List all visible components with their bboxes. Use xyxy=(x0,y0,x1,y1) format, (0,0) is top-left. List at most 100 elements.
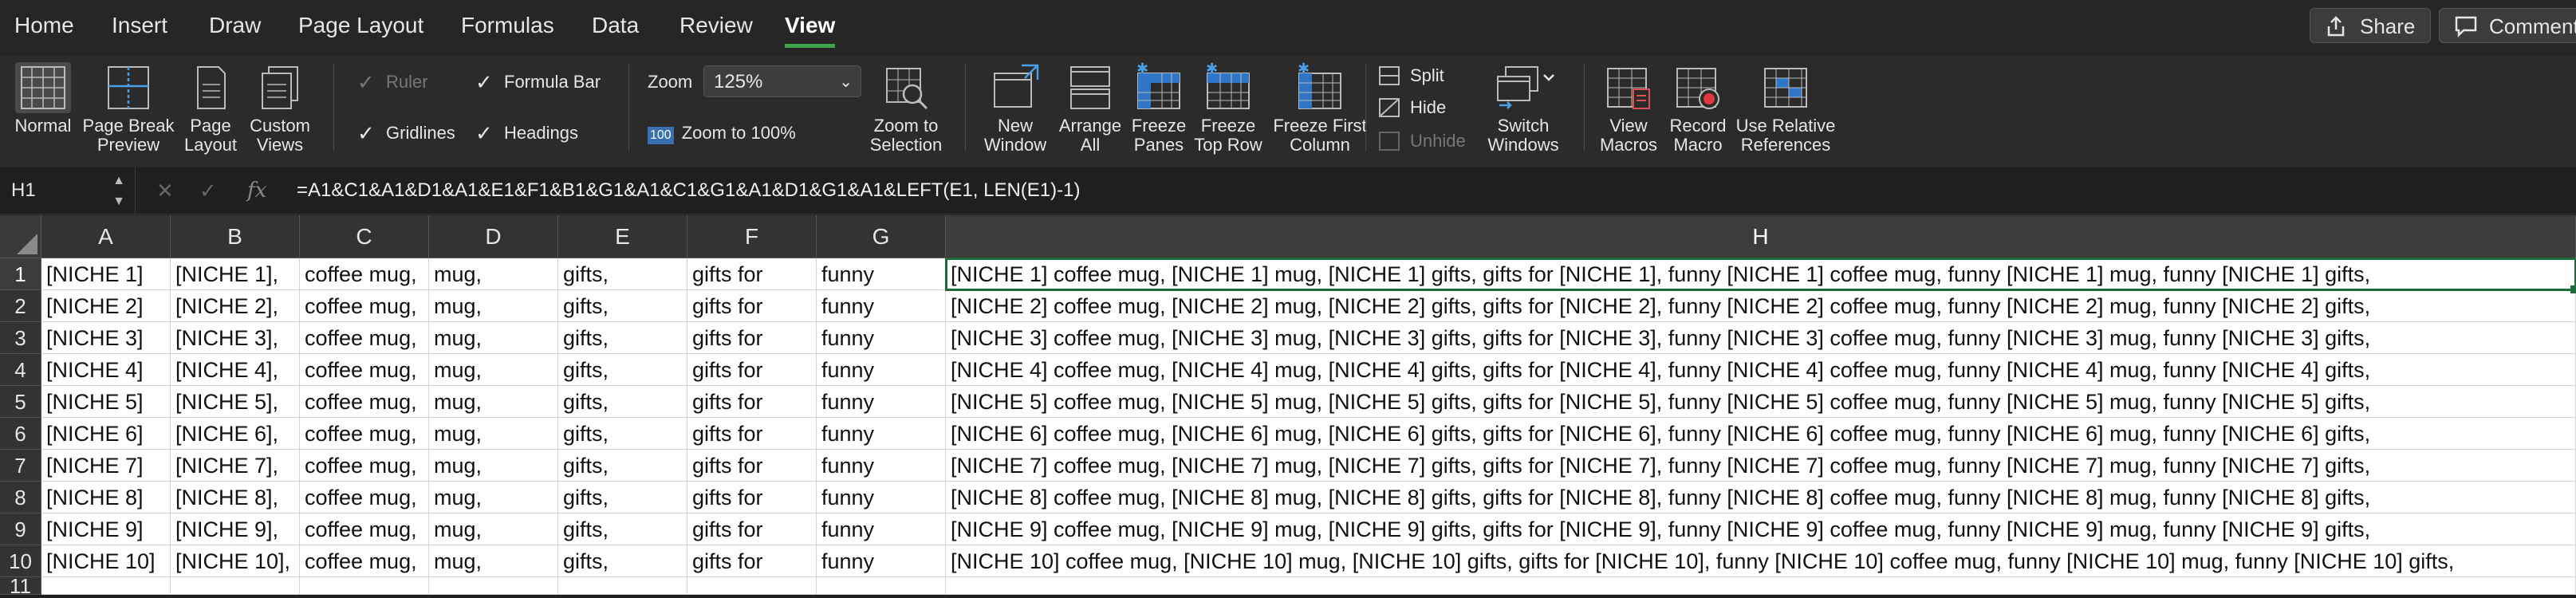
column-header-a[interactable]: A xyxy=(41,215,171,258)
cell-g4[interactable]: funny xyxy=(817,354,946,386)
page-layout-view-button[interactable]: Page Layout xyxy=(180,62,241,155)
normal-view-button[interactable]: Normal xyxy=(11,62,75,136)
column-header-e[interactable]: E xyxy=(558,215,687,258)
share-button[interactable]: Share xyxy=(2310,8,2431,43)
cell-a3[interactable]: [NICHE 3] xyxy=(41,322,171,354)
cell-e7[interactable]: gifts, xyxy=(558,450,687,482)
cell-c11[interactable] xyxy=(300,577,429,595)
cell-f5[interactable]: gifts for xyxy=(687,386,817,418)
cell-b6[interactable]: [NICHE 6], xyxy=(171,418,300,450)
cell-h2[interactable]: [NICHE 2] coffee mug, [NICHE 2] mug, [NI… xyxy=(946,290,2576,322)
headings-checkbox[interactable]: ✓ Headings xyxy=(475,121,578,145)
row-header-1[interactable]: 1 xyxy=(0,258,41,290)
freeze-panes-button[interactable]: ✱ Freeze Panes xyxy=(1128,62,1190,155)
cell-a2[interactable]: [NICHE 2] xyxy=(41,290,171,322)
zoom-to-100-button[interactable]: 100 Zoom to 100% xyxy=(648,121,796,145)
cell-b1[interactable]: [NICHE 1], xyxy=(171,258,300,290)
cell-g1[interactable]: funny xyxy=(817,258,946,290)
cell-g2[interactable]: funny xyxy=(817,290,946,322)
cell-f9[interactable]: gifts for xyxy=(687,513,817,545)
cell-c10[interactable]: coffee mug, xyxy=(300,545,429,577)
cell-b10[interactable]: [NICHE 10], xyxy=(171,545,300,577)
cell-h5[interactable]: [NICHE 5] coffee mug, [NICHE 5] mug, [NI… xyxy=(946,386,2576,418)
cell-h10[interactable]: [NICHE 10] coffee mug, [NICHE 10] mug, [… xyxy=(946,545,2576,577)
zoom-to-selection-button[interactable]: Zoom to Selection xyxy=(868,62,944,155)
tab-draw[interactable]: Draw xyxy=(209,13,261,38)
page-break-preview-button[interactable]: Page Break Preview xyxy=(80,62,177,155)
cell-e5[interactable]: gifts, xyxy=(558,386,687,418)
ruler-checkbox[interactable]: ✓ Ruler xyxy=(357,70,428,94)
cell-e8[interactable]: gifts, xyxy=(558,482,687,513)
row-header-5[interactable]: 5 xyxy=(0,386,41,418)
cancel-icon[interactable]: ✕ xyxy=(156,167,174,214)
cell-d10[interactable]: mug, xyxy=(429,545,558,577)
cell-f4[interactable]: gifts for xyxy=(687,354,817,386)
tab-insert[interactable]: Insert xyxy=(112,13,167,38)
cell-h11[interactable] xyxy=(946,577,2576,595)
cell-f10[interactable]: gifts for xyxy=(687,545,817,577)
row-header-10[interactable]: 10 xyxy=(0,545,41,577)
cell-d11[interactable] xyxy=(429,577,558,595)
comments-button[interactable]: Comments xyxy=(2439,8,2576,43)
cell-f6[interactable]: gifts for xyxy=(687,418,817,450)
cell-a8[interactable]: [NICHE 8] xyxy=(41,482,171,513)
custom-views-button[interactable]: Custom Views xyxy=(244,62,316,155)
cell-b9[interactable]: [NICHE 9], xyxy=(171,513,300,545)
cell-d5[interactable]: mug, xyxy=(429,386,558,418)
cell-a10[interactable]: [NICHE 10] xyxy=(41,545,171,577)
column-header-f[interactable]: F xyxy=(687,215,817,258)
cell-d6[interactable]: mug, xyxy=(429,418,558,450)
cell-d9[interactable]: mug, xyxy=(429,513,558,545)
cell-e2[interactable]: gifts, xyxy=(558,290,687,322)
cell-c3[interactable]: coffee mug, xyxy=(300,322,429,354)
zoom-select[interactable]: 125% ⌄ xyxy=(703,65,861,97)
cell-e9[interactable]: gifts, xyxy=(558,513,687,545)
formula-input[interactable]: =A1&C1&A1&D1&A1&E1&F1&B1&G1&A1&C1&G1&A1&… xyxy=(297,167,1080,214)
cell-e1[interactable]: gifts, xyxy=(558,258,687,290)
cell-c2[interactable]: coffee mug, xyxy=(300,290,429,322)
cell-d3[interactable]: mug, xyxy=(429,322,558,354)
cell-f11[interactable] xyxy=(687,577,817,595)
column-header-g[interactable]: G xyxy=(817,215,946,258)
view-macros-button[interactable]: View Macros xyxy=(1595,62,1662,155)
tab-home[interactable]: Home xyxy=(14,13,74,38)
tab-view[interactable]: View xyxy=(785,13,836,48)
use-relative-references-button[interactable]: Use Relative References xyxy=(1735,62,1836,155)
cell-e4[interactable]: gifts, xyxy=(558,354,687,386)
cell-h6[interactable]: [NICHE 6] coffee mug, [NICHE 6] mug, [NI… xyxy=(946,418,2576,450)
row-header-4[interactable]: 4 xyxy=(0,354,41,386)
arrange-all-button[interactable]: Arrange All xyxy=(1054,62,1126,155)
hide-button[interactable]: Hide xyxy=(1378,96,1446,120)
confirm-icon[interactable]: ✓ xyxy=(199,167,217,214)
cell-g6[interactable]: funny xyxy=(817,418,946,450)
tab-formulas[interactable]: Formulas xyxy=(461,13,554,38)
name-box[interactable]: H1 ▲ ▼ xyxy=(0,167,136,214)
cell-c9[interactable]: coffee mug, xyxy=(300,513,429,545)
cell-b8[interactable]: [NICHE 8], xyxy=(171,482,300,513)
cell-b5[interactable]: [NICHE 5], xyxy=(171,386,300,418)
cell-d8[interactable]: mug, xyxy=(429,482,558,513)
cell-g9[interactable]: funny xyxy=(817,513,946,545)
cell-b4[interactable]: [NICHE 4], xyxy=(171,354,300,386)
cell-b7[interactable]: [NICHE 7], xyxy=(171,450,300,482)
tab-page-layout[interactable]: Page Layout xyxy=(298,13,423,38)
cell-b2[interactable]: [NICHE 2], xyxy=(171,290,300,322)
formula-bar-checkbox[interactable]: ✓ Formula Bar xyxy=(475,70,601,94)
row-header-9[interactable]: 9 xyxy=(0,513,41,545)
cell-g10[interactable]: funny xyxy=(817,545,946,577)
switch-windows-button[interactable]: Switch Windows xyxy=(1477,62,1570,155)
cell-a1[interactable]: [NICHE 1] xyxy=(41,258,171,290)
unhide-button[interactable]: Unhide xyxy=(1378,129,1466,153)
select-all-corner[interactable] xyxy=(0,215,41,258)
cell-h1[interactable]: [NICHE 1] coffee mug, [NICHE 1] mug, [NI… xyxy=(946,258,2576,290)
cell-h3[interactable]: [NICHE 3] coffee mug, [NICHE 3] mug, [NI… xyxy=(946,322,2576,354)
fill-handle[interactable] xyxy=(2570,285,2576,293)
stepper-icon[interactable]: ▲ ▼ xyxy=(112,167,125,212)
cell-c4[interactable]: coffee mug, xyxy=(300,354,429,386)
cell-g11[interactable] xyxy=(817,577,946,595)
cell-g5[interactable]: funny xyxy=(817,386,946,418)
row-header-8[interactable]: 8 xyxy=(0,482,41,513)
row-header-6[interactable]: 6 xyxy=(0,418,41,450)
cell-c8[interactable]: coffee mug, xyxy=(300,482,429,513)
cell-e6[interactable]: gifts, xyxy=(558,418,687,450)
